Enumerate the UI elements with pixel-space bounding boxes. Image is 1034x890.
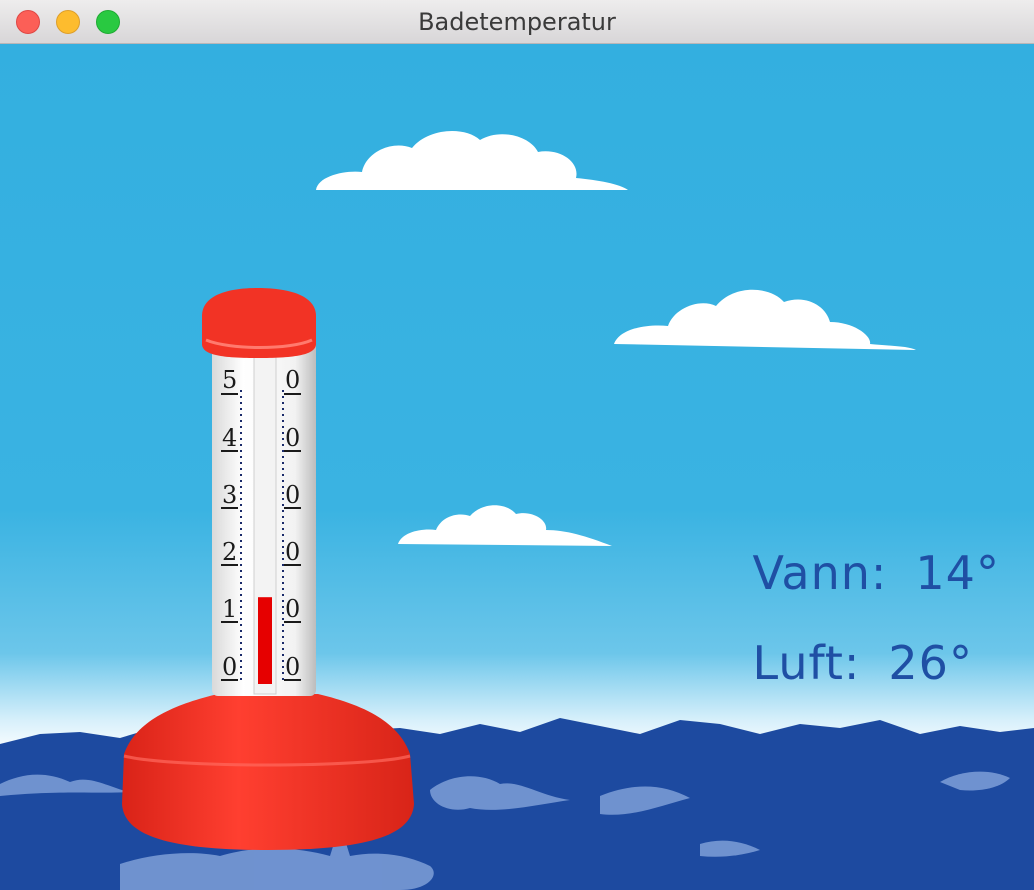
scale-label: 2: [222, 538, 237, 566]
thermometer-mercury: [258, 597, 272, 684]
scale-label: 0: [222, 653, 237, 681]
window-title: Badetemperatur: [418, 8, 616, 36]
buoy: [122, 694, 414, 850]
air-value: 26°: [888, 636, 973, 690]
scale-label-right: 0: [285, 481, 300, 509]
scale-label: 3: [222, 481, 237, 509]
air-temperature-readout: Luft: 26°: [690, 582, 973, 744]
scale-label: 1: [222, 595, 237, 623]
scale-label-right: 0: [285, 366, 300, 394]
scale-label-right: 0: [285, 595, 300, 623]
scale-label-right: 0: [285, 538, 300, 566]
scale-label-right: 0: [285, 653, 300, 681]
air-label: Luft:: [752, 636, 861, 690]
scale-label: 5: [222, 366, 237, 394]
scale-label-right: 0: [285, 424, 300, 452]
scale-label: 4: [222, 424, 237, 452]
scene-graphic: 5 4 3 2 1 0 0 0 0 0 0 0: [0, 44, 1034, 890]
scene: 5 4 3 2 1 0 0 0 0 0 0 0 Vann: 14° Luft: …: [0, 44, 1034, 890]
window-titlebar: Badetemperatur: [0, 0, 1034, 44]
